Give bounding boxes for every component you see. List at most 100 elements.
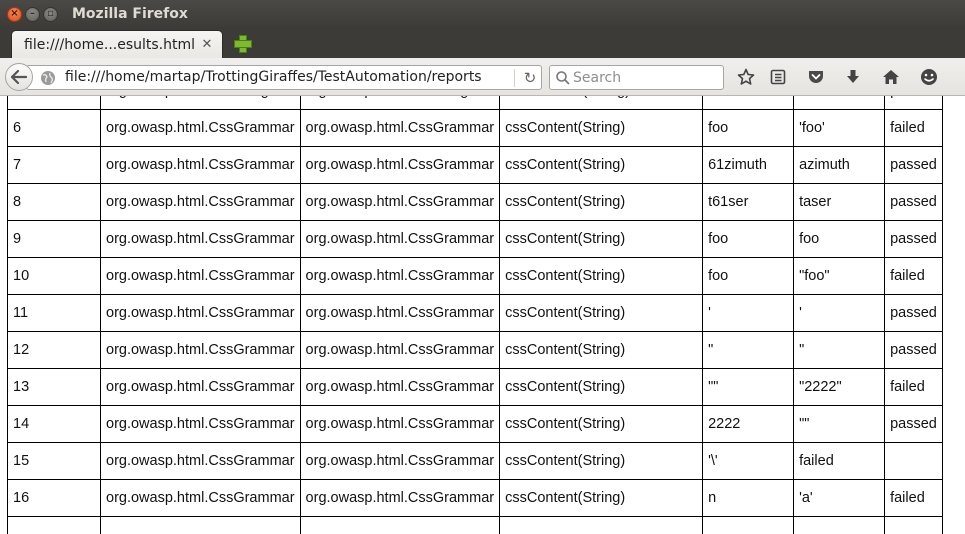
cell-method: cssContent(String) (499, 146, 704, 184)
cell-class: org.owasp.html.CssGrammar (100, 331, 301, 369)
table-row: 7 org.owasp.html.CssGrammar org.owasp.html… (7, 146, 943, 184)
cell-input: 2222 (702, 405, 795, 443)
cell-class-alt: org.owasp.html.CssGrammar (299, 220, 501, 258)
new-tab-icon[interactable] (233, 34, 252, 53)
cell-id: 6 (7, 109, 101, 147)
maximize-icon[interactable]: ▫ (43, 6, 58, 22)
cell-id: 8 (7, 183, 101, 221)
reading-list-icon[interactable] (768, 67, 788, 87)
navigation-toolbar: file:///home/martap/TrottingGiraffes/Tes… (0, 58, 965, 96)
cell-id: 5 (7, 96, 101, 110)
cell-class: org.owasp.html.CssGrammar (100, 294, 301, 332)
cell-class-alt: org.owasp.html.CssGrammar (299, 405, 501, 443)
cell-class: org.owasp.html.Encoding (100, 96, 301, 110)
cell-input (702, 516, 795, 534)
cell-input: "" (702, 368, 795, 406)
url-separator (514, 69, 515, 87)
table-row: 14 org.owasp.html.CssGrammar org.owasp.htm… (7, 405, 943, 443)
cell-class (100, 516, 301, 534)
cell-result: failed (884, 479, 943, 517)
cell-expected: " (793, 331, 886, 369)
cell-id: 7 (7, 146, 101, 184)
cell-class-alt: org.owasp.html.CssGrammar (299, 442, 501, 480)
cell-method: cssContent(String) (499, 257, 704, 295)
table-row: 13 org.owasp.html.CssGrammar org.owasp.htm… (7, 368, 943, 406)
cell-expected: "" (793, 96, 886, 110)
cell-result: passed (884, 183, 943, 221)
close-icon[interactable]: × (7, 6, 22, 22)
back-button[interactable] (5, 63, 33, 91)
pocket-icon[interactable] (806, 67, 826, 87)
url-text: file:///home/martap/TrottingGiraffes/Tes… (65, 69, 482, 85)
cell-expected: failed (793, 442, 886, 480)
table-row: 6 org.owasp.html.CssGrammar org.owasp.html… (7, 109, 943, 147)
cell-method: cssContent(String) (499, 479, 704, 517)
back-arrow-icon (11, 70, 27, 84)
table-row (7, 516, 943, 534)
table-row: 10 org.owasp.html.CssGrammar org.owasp.htm… (7, 257, 943, 295)
cell-class: org.owasp.html.CssGrammar (100, 479, 301, 517)
cell-input: 61zimuth (702, 146, 795, 184)
bookmark-star-icon[interactable] (736, 67, 756, 87)
window-title-bar: × – ▫ Mozilla Firefox (0, 0, 965, 28)
cell-input: foo (702, 257, 795, 295)
url-bar[interactable]: file:///home/martap/TrottingGiraffes/Tes… (26, 65, 542, 90)
reload-icon[interactable]: ↻ (521, 69, 539, 87)
cell-expected: foo (793, 220, 886, 258)
cell-id: 14 (7, 405, 101, 443)
cell-class-alt: org.owasp.html.CssGrammar (299, 294, 501, 332)
cell-method: cssContent(String) (499, 442, 704, 480)
cell-id: 9 (7, 220, 101, 258)
cell-expected: ' (793, 294, 886, 332)
window-controls: × – ▫ (7, 6, 58, 22)
cell-class: org.owasp.html.CssGrammar (100, 257, 301, 295)
cell-class-alt: org.owasp.html.Encoding (299, 96, 501, 110)
search-icon (556, 71, 570, 85)
cell-id: 10 (7, 257, 101, 295)
search-input[interactable] (573, 69, 718, 87)
cell-class-alt: org.owasp.html.CssGrammar (299, 368, 501, 406)
cell-class: org.owasp.html.CssGrammar (100, 220, 301, 258)
cell-id: 13 (7, 368, 101, 406)
tab-label: file:///home...esults.html (24, 36, 196, 53)
table-row: 9 org.owasp.html.CssGrammar org.owasp.html… (7, 220, 943, 258)
cell-class: org.owasp.html.CssGrammar (100, 405, 301, 443)
cell-class: org.owasp.html.CssGrammar (100, 109, 301, 147)
window-title: Mozilla Firefox (72, 6, 188, 22)
globe-icon (41, 71, 55, 85)
cell-method: cssContent(String) (499, 183, 704, 221)
cell-class-alt (299, 516, 501, 534)
cell-class-alt: org.owasp.html.CssGrammar (299, 257, 501, 295)
smiley-feedback-icon[interactable] (919, 67, 939, 87)
home-icon[interactable] (881, 67, 901, 87)
cell-input: ' (702, 294, 795, 332)
cell-class: org.owasp.html.CssGrammar (100, 442, 301, 480)
cell-result: passed (884, 146, 943, 184)
cell-id: 15 (7, 442, 101, 480)
tab-results[interactable]: file:///home...esults.html ✕ (11, 30, 223, 58)
cell-result: failed (884, 368, 943, 406)
results-table: 5org.owasp.html.Encodingorg.owasp.html.E… (7, 96, 943, 534)
download-icon[interactable] (843, 67, 863, 87)
cell-expected: taser (793, 183, 886, 221)
cell-id (7, 516, 101, 534)
cell-expected: "foo" (793, 257, 886, 295)
cell-method: cssContent(String) (499, 368, 704, 406)
table-row: 15 org.owasp.html.CssGrammar org.owasp.htm… (7, 442, 943, 480)
search-box[interactable] (549, 65, 724, 90)
cell-class-alt: org.owasp.html.CssGrammar (299, 479, 501, 517)
cell-input: n (702, 479, 795, 517)
cell-expected: 'foo' (793, 109, 886, 147)
cell-expected: "2222" (793, 368, 886, 406)
cell-result: passed (884, 220, 943, 258)
results-table-body: 5org.owasp.html.Encodingorg.owasp.html.E… (7, 96, 943, 534)
cell-class-alt: org.owasp.html.CssGrammar (299, 109, 501, 147)
cell-result: failed (884, 109, 943, 147)
cell-class: org.owasp.html.CssGrammar (100, 183, 301, 221)
minimize-icon[interactable]: – (25, 6, 40, 22)
cell-result: passed (884, 331, 943, 369)
table-row: 11 org.owasp.html.CssGrammar org.owasp.htm… (7, 294, 943, 332)
tab-close-icon[interactable]: ✕ (200, 37, 214, 52)
cell-result (884, 442, 943, 480)
table-row: 16 org.owasp.html.CssGrammar org.owasp.htm… (7, 479, 943, 517)
